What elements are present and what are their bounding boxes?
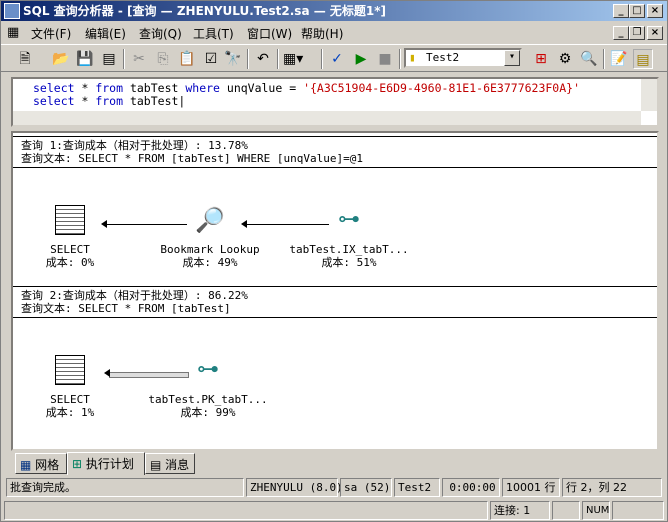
status-connections: 连接: 1 bbox=[490, 501, 550, 520]
query2-text: 查询文本: SELECT * FROM [tabTest] bbox=[21, 302, 231, 315]
status-time: 0:00:00 bbox=[442, 478, 500, 497]
query1-text: 查询文本: SELECT * FROM [tabTest] WHERE [unq… bbox=[21, 152, 364, 165]
execution-plan-pane: 查询 1:查询成本（相对于批处理）: 13.78% 查询文本: SELECT *… bbox=[11, 131, 659, 451]
query1-cost: 查询 1:查询成本（相对于批处理）: 13.78% bbox=[21, 139, 248, 152]
new-query-icon[interactable]: 🗎 bbox=[15, 49, 35, 69]
title-bar: SQL 查询分析器 - [查询 — ZHENYULU.Test2.sa — 无标… bbox=[1, 1, 667, 21]
copy-icon[interactable]: ⎘ bbox=[153, 49, 173, 69]
index-seek-icon: ⊶ bbox=[338, 207, 360, 232]
plan-node-select-2[interactable]: SELECT 成本: 1% bbox=[0, 355, 140, 419]
horizontal-scrollbar[interactable] bbox=[13, 111, 641, 125]
plan-node-select[interactable]: SELECT 成本: 0% bbox=[0, 205, 140, 269]
status-message: 批查询完成。 bbox=[6, 478, 244, 497]
open-icon[interactable]: 📂 bbox=[51, 49, 71, 69]
status-num: NUM bbox=[582, 501, 610, 520]
status-user: sa (52) bbox=[340, 478, 392, 497]
database-value: Test2 bbox=[426, 51, 460, 64]
tab-execution-plan[interactable]: ⊞ 执行计划 bbox=[67, 452, 145, 475]
menu-query[interactable]: 查询(Q) bbox=[139, 25, 182, 42]
toolbar: 🗎 📂 💾 ▤ ✂ ⎘ 📋 ☑ 🔭 ↶ ▦▾ ✓ ▶ ■ ⊞ ⚙ 🔍 📝 ▤ bbox=[1, 44, 667, 72]
cut-icon[interactable]: ✂ bbox=[129, 49, 149, 69]
vertical-scrollbar[interactable] bbox=[641, 79, 657, 111]
plan-node-index-seek[interactable]: ⊶ tabTest.IX_tabT... 成本: 51% bbox=[279, 205, 419, 269]
database-icon: ▮ bbox=[409, 51, 416, 64]
plan-icon: ⊞ bbox=[72, 457, 83, 471]
chevron-down-icon[interactable]: ▾ bbox=[504, 50, 520, 66]
execution-plan-icon[interactable]: ⊞ bbox=[531, 49, 551, 69]
menu-window[interactable]: 窗口(W) bbox=[247, 25, 292, 42]
app-icon bbox=[4, 3, 20, 19]
database-select[interactable]: ▮ Test2 ▾ bbox=[404, 48, 522, 68]
menu-tools[interactable]: 工具(T) bbox=[193, 25, 234, 42]
execute-icon[interactable]: ▶ bbox=[351, 49, 371, 69]
select-icon bbox=[55, 205, 85, 235]
child-close-button[interactable]: × bbox=[647, 26, 663, 40]
close-button[interactable]: × bbox=[647, 4, 663, 18]
minimize-button[interactable]: _ bbox=[613, 4, 629, 18]
query-editor[interactable]: select * from tabTest where unqValue = '… bbox=[11, 77, 659, 127]
document-icon: ▦ bbox=[7, 25, 20, 40]
grid-icon: ▦ bbox=[20, 458, 32, 472]
maximize-button[interactable]: □ bbox=[629, 4, 645, 18]
plan-node-bookmark-lookup[interactable]: 🔎 Bookmark Lookup 成本: 49% bbox=[140, 205, 280, 269]
clear-icon[interactable]: ☑ bbox=[201, 49, 221, 69]
tab-messages[interactable]: ▤ 消息 bbox=[145, 453, 195, 474]
menu-file[interactable]: 文件(F) bbox=[31, 25, 71, 42]
results-pane-icon[interactable]: ▤ bbox=[633, 49, 653, 69]
status-rows: 10001 行 bbox=[502, 478, 560, 497]
undo-icon[interactable]: ↶ bbox=[253, 49, 273, 69]
insert-template-icon[interactable]: ▤ bbox=[99, 49, 119, 69]
results-mode-icon[interactable]: ▦▾ bbox=[283, 49, 303, 69]
menu-help[interactable]: 帮助(H) bbox=[301, 25, 343, 42]
child-restore-button[interactable]: ❐ bbox=[629, 26, 645, 40]
code-line-2: select * from tabTest| bbox=[33, 94, 186, 108]
status-position: 行 2，列 22 bbox=[562, 478, 662, 497]
code-line-1: select * from tabTest where unqValue = '… bbox=[33, 81, 581, 95]
window-title: SQL 查询分析器 - [查询 — ZHENYULU.Test2.sa — 无标… bbox=[23, 4, 387, 18]
status-caps bbox=[552, 501, 580, 520]
menu-bar: ▦ 文件(F) 编辑(E) 查询(Q) 工具(T) 窗口(W) 帮助(H) _ … bbox=[1, 22, 667, 44]
resize-grip[interactable] bbox=[612, 501, 664, 520]
status-server: ZHENYULU (8.0) bbox=[246, 478, 343, 497]
tab-grid[interactable]: ▦ 网格 bbox=[15, 453, 67, 474]
object-browser-icon[interactable]: ⚙ bbox=[555, 49, 575, 69]
save-icon[interactable]: 💾 bbox=[75, 49, 95, 69]
parse-icon[interactable]: ✓ bbox=[327, 49, 347, 69]
find-icon[interactable]: 🔭 bbox=[223, 49, 243, 69]
bookmark-lookup-icon: 🔎 bbox=[195, 206, 225, 234]
stop-icon[interactable]: ■ bbox=[375, 49, 395, 69]
status-database: Test2 bbox=[394, 478, 440, 497]
menu-edit[interactable]: 编辑(E) bbox=[85, 25, 126, 42]
select-icon bbox=[55, 355, 85, 385]
clustered-index-scan-icon: ⊶ bbox=[197, 357, 219, 382]
query2-cost: 查询 2:查询成本（相对于批处理）: 86.22% bbox=[21, 289, 248, 302]
messages-icon: ▤ bbox=[150, 458, 162, 472]
properties-icon[interactable]: 📝 bbox=[609, 49, 629, 69]
status-bar-empty bbox=[4, 501, 488, 520]
plan-node-clustered-scan[interactable]: ⊶ tabTest.PK_tabT... 成本: 99% bbox=[138, 355, 278, 419]
child-minimize-button[interactable]: _ bbox=[613, 26, 629, 40]
object-search-icon[interactable]: 🔍 bbox=[579, 49, 599, 69]
paste-icon[interactable]: 📋 bbox=[177, 49, 197, 69]
